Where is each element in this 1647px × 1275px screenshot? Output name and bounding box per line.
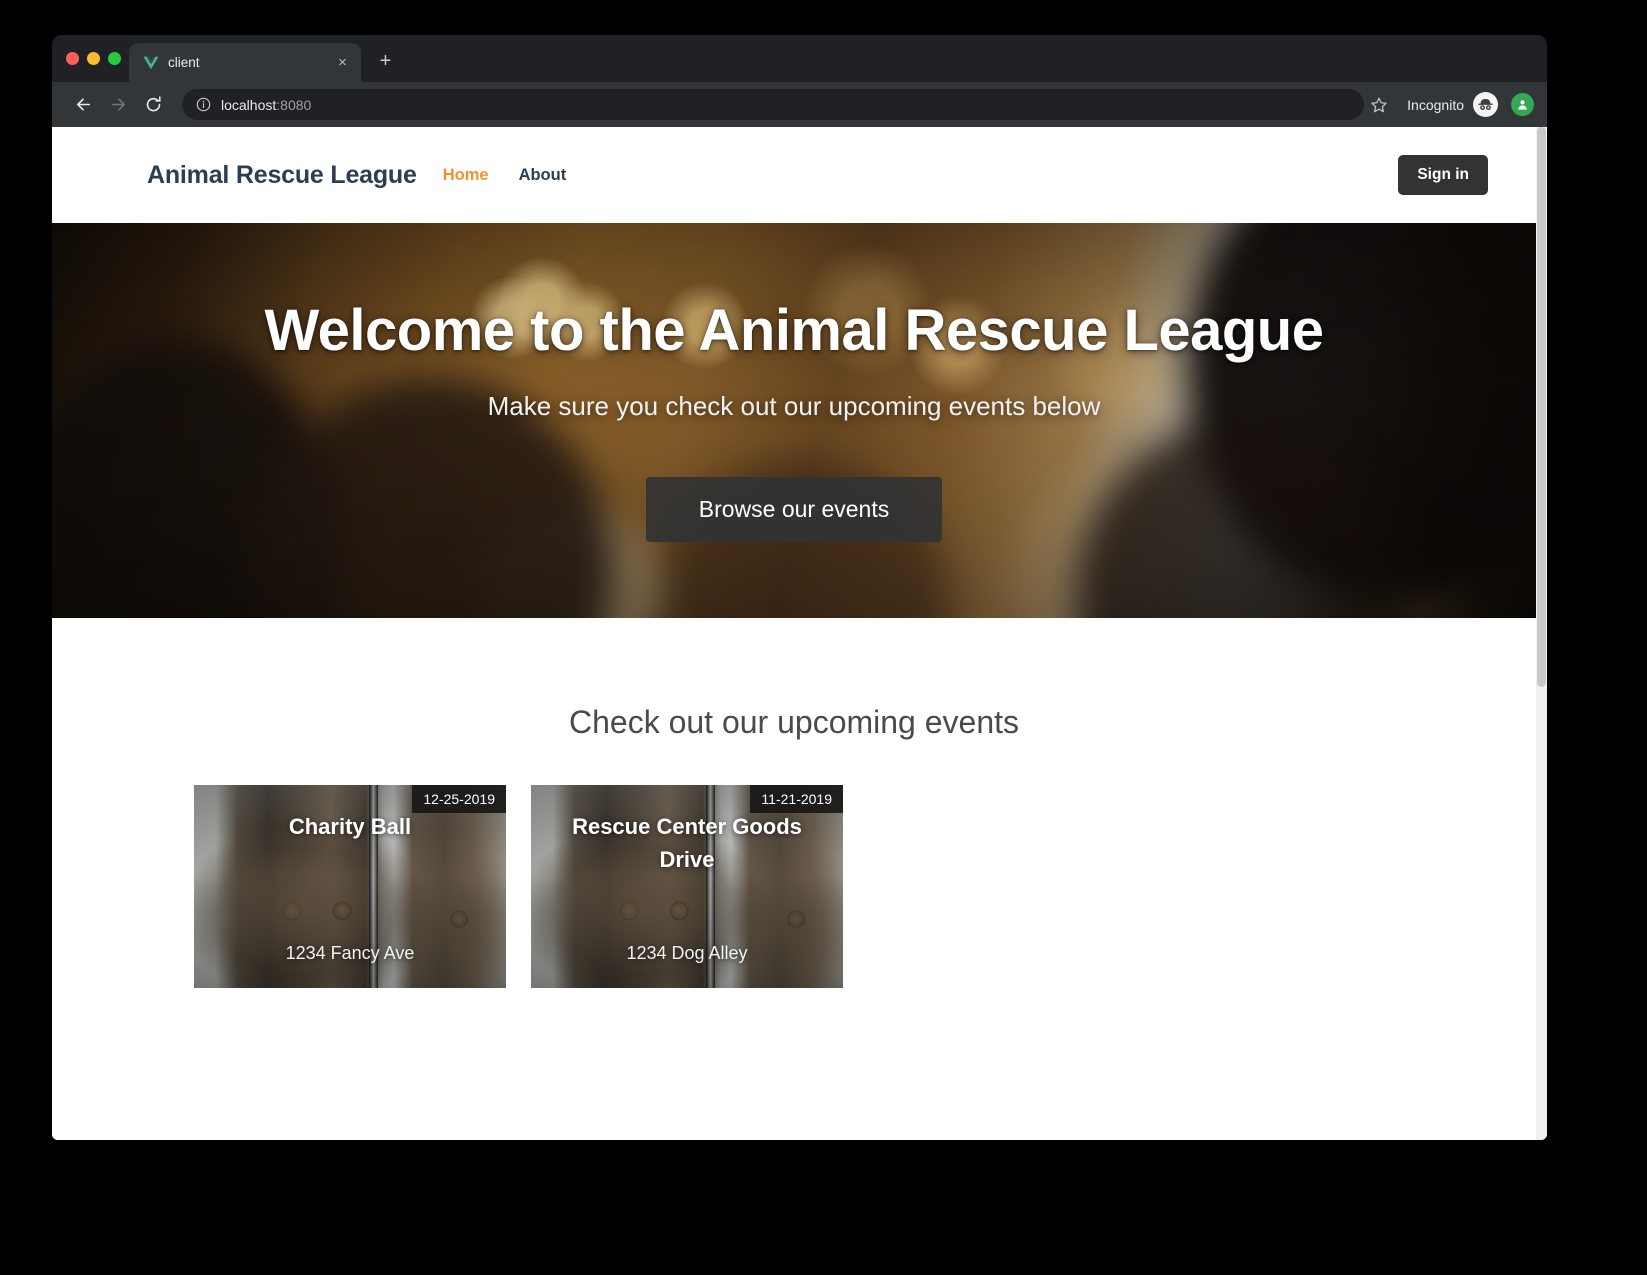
window-traffic-lights [66,52,121,65]
maximize-window-button[interactable] [108,52,121,65]
hero-subtitle: Make sure you check out our upcoming eve… [487,390,1101,421]
event-address: 1234 Fancy Ave [285,943,415,963]
reload-icon[interactable] [138,89,169,120]
web-page: Animal Rescue League Home About Sign in [52,127,1536,1140]
url-port: :8080 [276,96,312,113]
event-title: Rescue Center Goods Drive [572,814,802,872]
tab-strip: client × + [52,35,1547,82]
events-grid: 12-25-2019 Charity Ball 1234 Fancy Ave 1… [52,785,1536,988]
browser-toolbar: localhost:8080 Incognito [52,82,1547,127]
sign-in-button[interactable]: Sign in [1398,155,1488,195]
incognito-label: Incognito [1407,96,1464,113]
close-window-button[interactable] [66,52,79,65]
tab-title: client [168,55,200,70]
close-icon[interactable]: × [333,53,352,72]
info-circle-icon[interactable] [195,96,212,113]
events-section: Check out our upcoming events 12-25-2019… [52,618,1536,988]
nav-link-about[interactable]: About [519,166,567,185]
scrollbar-thumb[interactable] [1537,127,1546,687]
browser-tab[interactable]: client × [129,43,361,82]
hero-title: Welcome to the Animal Rescue League [264,298,1324,364]
site-brand[interactable]: Animal Rescue League [147,161,417,190]
url-text: localhost:8080 [221,97,1353,113]
events-heading: Check out our upcoming events [568,704,1020,740]
event-title: Charity Ball [288,814,412,839]
event-card[interactable]: 11-21-2019 Rescue Center Goods Drive 123… [531,785,843,988]
star-icon[interactable] [1368,94,1390,116]
forward-arrow-icon[interactable] [103,89,134,120]
page-scrollbar[interactable] [1536,127,1547,1140]
site-navbar: Animal Rescue League Home About Sign in [52,127,1536,223]
new-tab-button[interactable]: + [372,47,399,74]
browser-window: client × + localhost:8080 Incognito Anim… [52,35,1547,1140]
site-nav-links: Home About [443,166,567,185]
event-card[interactable]: 12-25-2019 Charity Ball 1234 Fancy Ave [194,785,506,988]
event-date-badge: 11-21-2019 [750,785,843,813]
hero-banner: Welcome to the Animal Rescue League Make… [52,223,1536,618]
minimize-window-button[interactable] [87,52,100,65]
incognito-hat-icon [1473,92,1498,117]
vue-logo-icon [142,54,159,71]
nav-link-home[interactable]: Home [443,166,489,185]
back-arrow-icon[interactable] [68,89,99,120]
browse-events-button[interactable]: Browse our events [645,476,943,542]
url-host: localhost [221,96,277,113]
address-bar[interactable]: localhost:8080 [182,89,1365,120]
incognito-indicator[interactable]: Incognito [1407,92,1498,117]
page-viewport: Animal Rescue League Home About Sign in [52,127,1547,1140]
profile-avatar-icon[interactable] [1511,93,1534,116]
event-date-badge: 12-25-2019 [412,785,506,813]
event-address: 1234 Dog Alley [626,943,748,963]
